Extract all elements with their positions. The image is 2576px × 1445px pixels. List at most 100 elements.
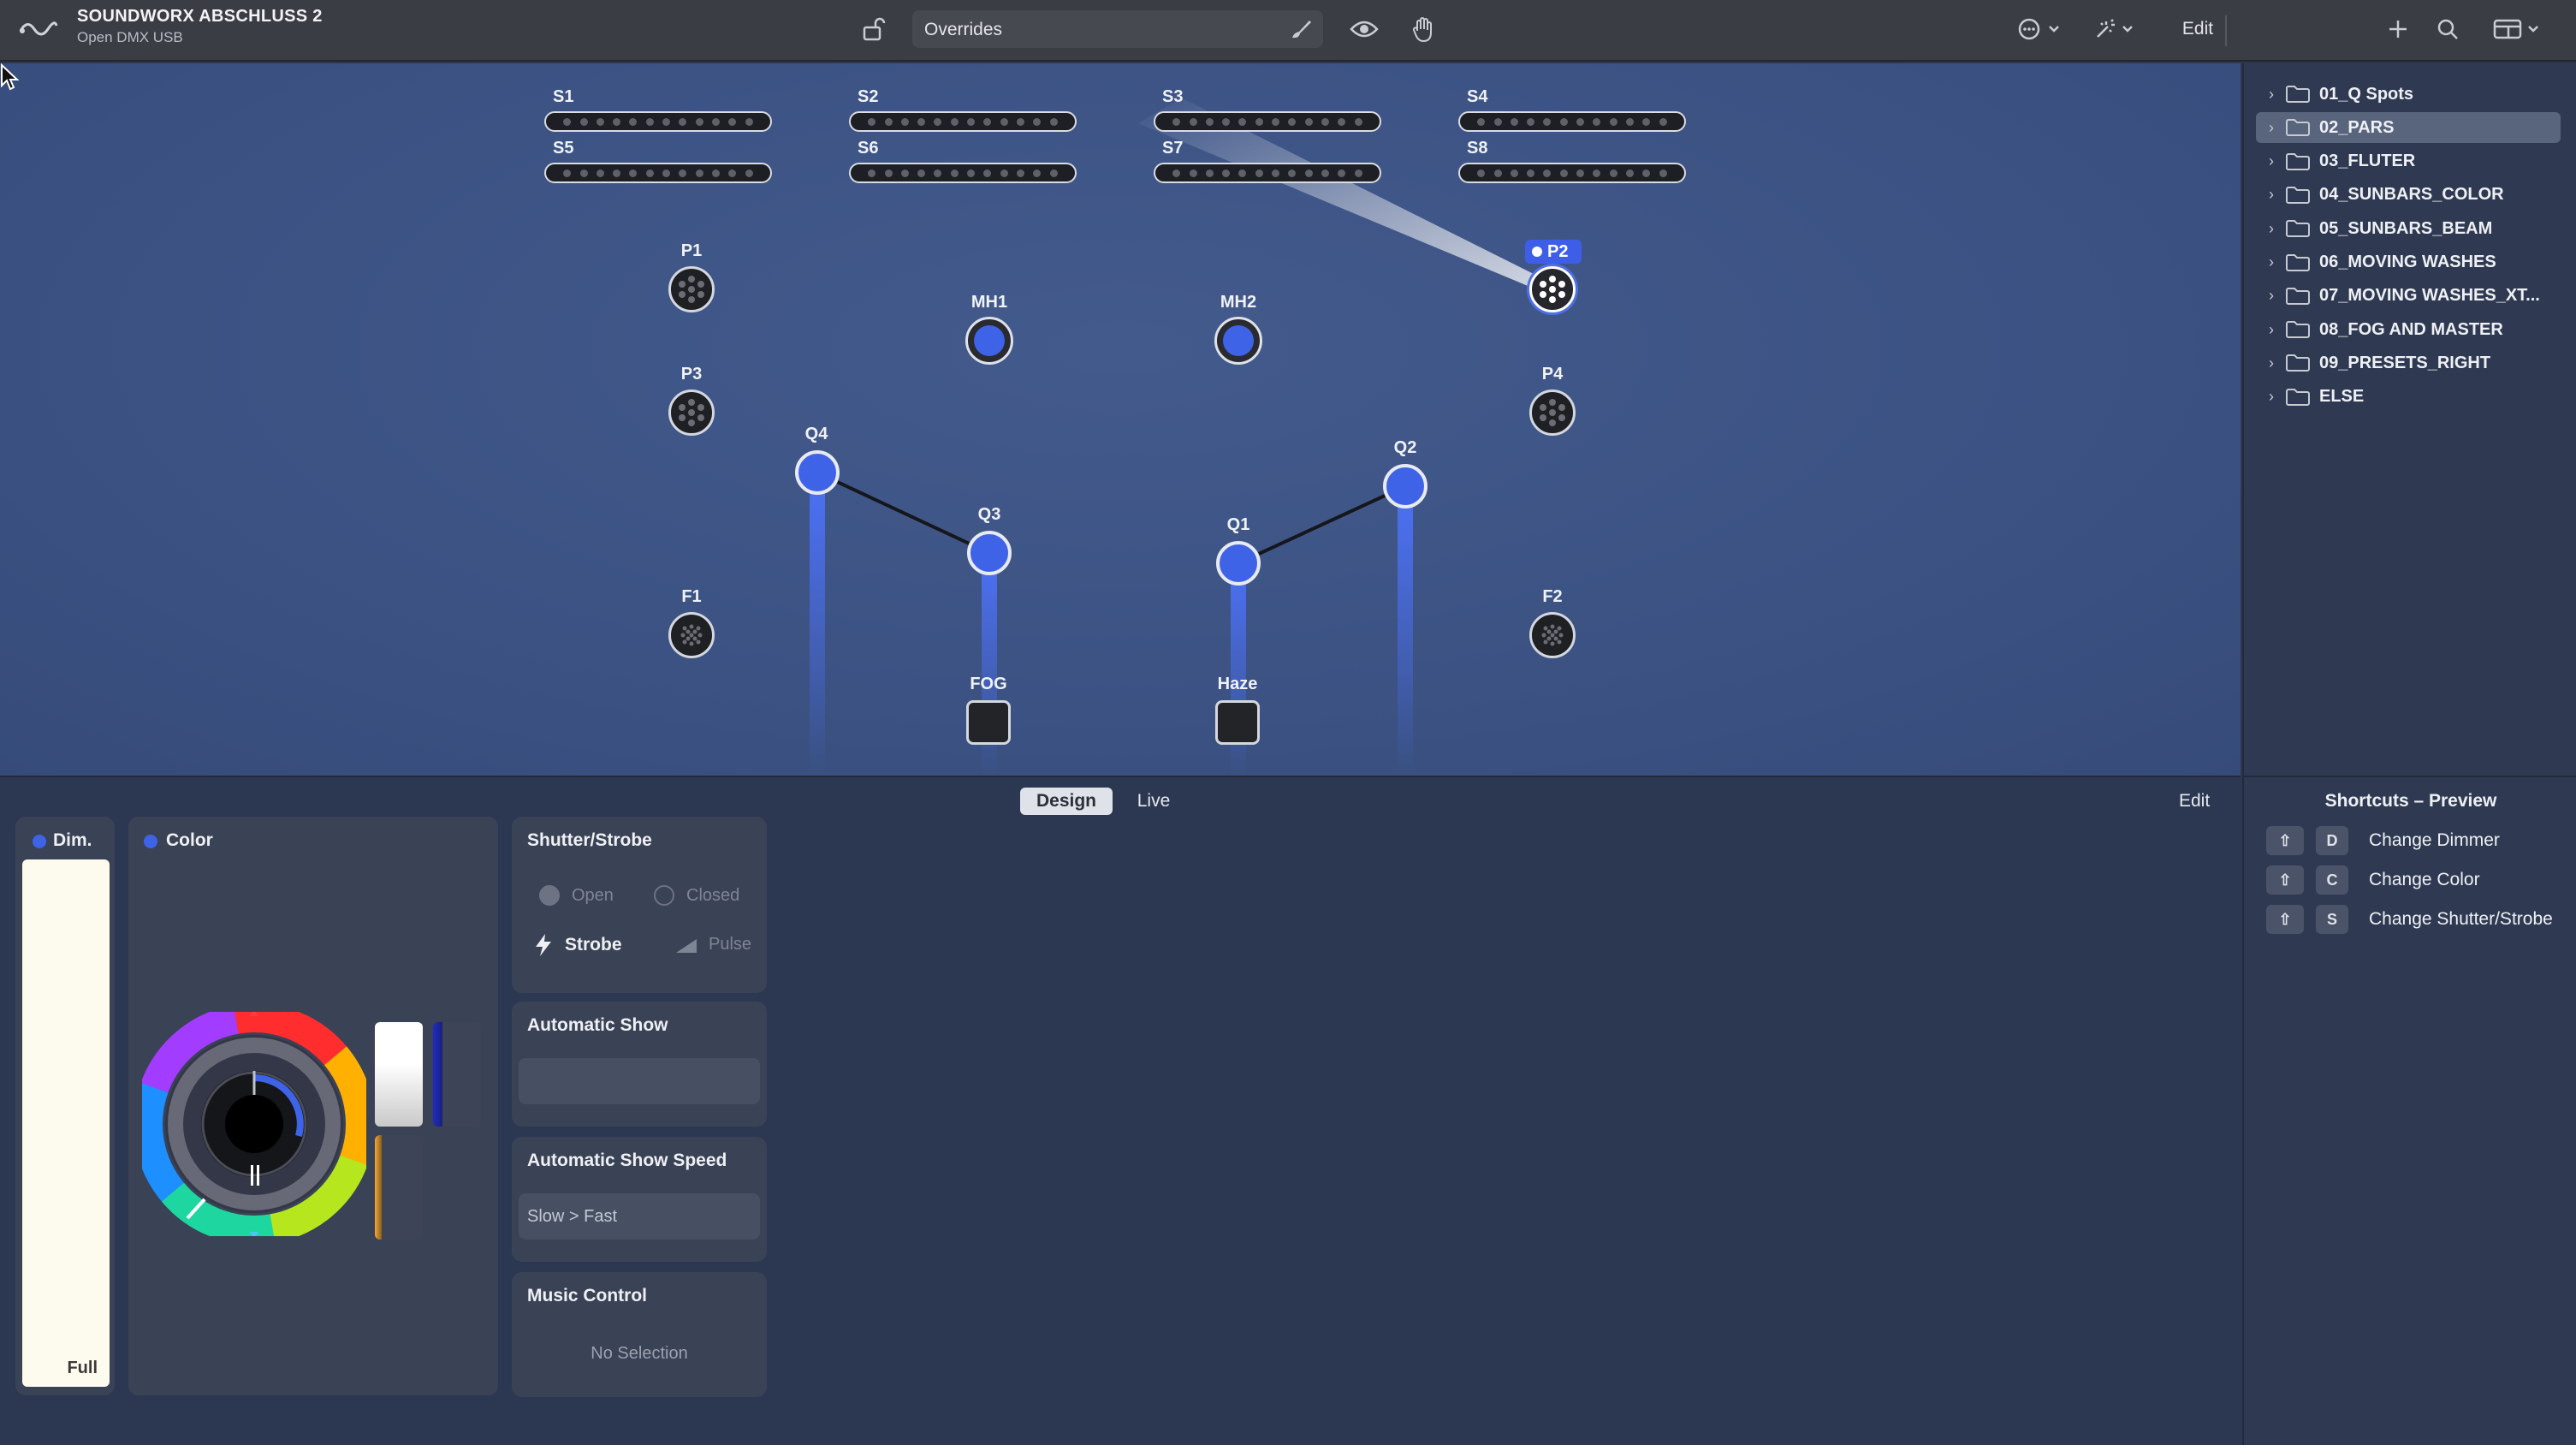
sidebar-group-item[interactable]: › ELSE — [2256, 382, 2561, 413]
automatic-show-speed-slider[interactable]: Slow > Fast — [519, 1193, 760, 1240]
shift-key-icon: ⇧ — [2266, 826, 2304, 855]
chevron-right-icon[interactable]: › — [2261, 220, 2282, 238]
shortcut-row[interactable]: ⇧ C Change Color — [2266, 865, 2480, 895]
fixture-fluter-f2[interactable] — [1529, 612, 1576, 658]
shortcut-row[interactable]: ⇧ D Change Dimmer — [2266, 825, 2500, 856]
sidebar-group-item[interactable]: › 03_FLUTER — [2256, 146, 2561, 177]
fixture-label-p3: P3 — [680, 365, 703, 384]
fixture-bar-s4[interactable] — [1458, 111, 1686, 132]
shutter-open-radio[interactable]: Open — [539, 885, 614, 906]
folder-icon — [2286, 86, 2310, 103]
hand-icon[interactable] — [1407, 12, 1441, 46]
shortcut-row[interactable]: ⇧ S Change Shutter/Strobe — [2266, 904, 2553, 935]
mode-segmented-control: Design Live — [1018, 784, 1190, 818]
effects-menu-icon[interactable] — [2088, 12, 2140, 46]
chevron-right-icon[interactable]: › — [2261, 354, 2282, 372]
fixture-label-q2: Q2 — [1393, 438, 1417, 457]
fixture-par-p1[interactable] — [668, 266, 715, 312]
overrides-field[interactable]: Overrides — [912, 10, 1323, 48]
fixture-spot-q4[interactable] — [795, 450, 840, 495]
app-logo-icon — [17, 12, 58, 46]
fixture-mover-mh1[interactable] — [965, 317, 1013, 365]
fixture-bar-s1[interactable] — [544, 111, 772, 132]
selection-dot — [1532, 247, 1542, 257]
sidebar-group-item[interactable]: › 07_MOVING WASHES_XT... — [2256, 281, 2561, 312]
white-swatch[interactable] — [375, 1022, 423, 1127]
shortcut-label: Change Shutter/Strobe — [2369, 909, 2553, 929]
interface-label: Open DMX USB — [77, 29, 183, 45]
dimmer-slider[interactable]: Full — [22, 859, 110, 1387]
chevron-right-icon[interactable]: › — [2261, 86, 2282, 104]
fixture-label-s3: S3 — [1162, 87, 1184, 106]
layout-menu-icon[interactable] — [2489, 12, 2549, 46]
sidebar-group-item[interactable]: › 09_PRESETS_RIGHT — [2256, 348, 2561, 378]
fixture-spot-q2[interactable] — [1383, 464, 1427, 508]
folder-icon — [2286, 119, 2310, 137]
folder-icon — [2286, 253, 2310, 271]
color-panel: Color — [128, 817, 498, 1395]
fixture-bar-s8[interactable] — [1458, 163, 1686, 183]
search-icon[interactable] — [2431, 12, 2465, 46]
fixture-bar-s2[interactable] — [849, 111, 1077, 132]
sidebar-group-item[interactable]: › 04_SUNBARS_COLOR — [2256, 180, 2561, 211]
pulse-label: Pulse — [709, 935, 752, 954]
fixture-bar-s5[interactable] — [544, 163, 772, 183]
fixture-bar-s6[interactable] — [849, 163, 1077, 183]
inspector-area: Design Live Edit Dim. Full Color Shutter… — [0, 776, 2241, 1445]
pulse-option[interactable]: Pulse — [674, 935, 751, 954]
brush-icon[interactable] — [1287, 15, 1315, 43]
sidebar-group-item[interactable]: › 01_Q Spots — [2256, 79, 2561, 110]
sidebar-group-item[interactable]: › 08_FOG AND MASTER — [2256, 314, 2561, 345]
fixture-label-q3: Q3 — [977, 505, 1001, 524]
fixture-par-p4[interactable] — [1529, 389, 1576, 436]
chevron-right-icon[interactable]: › — [2261, 287, 2282, 305]
fixture-label-p1: P1 — [680, 241, 703, 260]
lightning-icon — [536, 934, 551, 956]
chevron-right-icon[interactable]: › — [2261, 186, 2282, 204]
color-indicator — [144, 835, 157, 848]
toolbar-divider — [2225, 15, 2227, 46]
group-sidebar: › 01_Q Spots › 02_PARS › 03_FLUTER › 04_SUNBARS… — [2242, 63, 2576, 776]
inspector-edit-button[interactable]: Edit — [2179, 791, 2210, 812]
amber-swatch[interactable] — [375, 1135, 423, 1240]
fixture-mover-mh2[interactable] — [1214, 317, 1262, 365]
document-title: SOUNDWORX ABSCHLUSS 2 — [77, 7, 323, 26]
fixture-par-p2[interactable] — [1529, 266, 1576, 312]
tab-live[interactable]: Live — [1119, 788, 1188, 815]
sidebar-group-item[interactable]: › 05_SUNBARS_BEAM — [2256, 213, 2561, 244]
fixture-fog[interactable] — [966, 700, 1011, 745]
fixture-bar-s3[interactable] — [1154, 111, 1381, 132]
dimmer-panel: Dim. Full — [15, 817, 115, 1395]
folder-icon — [2286, 186, 2310, 204]
chevron-right-icon[interactable]: › — [2261, 253, 2282, 271]
tab-design[interactable]: Design — [1020, 788, 1113, 815]
strobe-option[interactable]: Strobe — [532, 933, 622, 957]
stage-canvas[interactable]: S1 S2 S3 S4 S5 S6 S7 S8 P1 P3 P4 P2 MH1 … — [0, 63, 2241, 776]
color-title: Color — [166, 830, 213, 850]
sidebar-group-item[interactable]: › 02_PARS — [2256, 112, 2561, 144]
strobe-label: Strobe — [565, 935, 622, 954]
fixture-label-s5: S5 — [553, 139, 574, 158]
eye-icon[interactable] — [1347, 12, 1381, 46]
color-wheel[interactable] — [142, 1012, 366, 1236]
fixture-spot-q1[interactable] — [1216, 541, 1261, 586]
add-icon[interactable] — [2381, 12, 2415, 46]
blue-swatch[interactable] — [433, 1022, 481, 1127]
more-menu-icon[interactable] — [2015, 12, 2066, 46]
shutter-closed-radio[interactable]: Closed — [654, 885, 739, 906]
fixture-fluter-f1[interactable] — [668, 612, 715, 658]
fixture-spot-q3[interactable] — [967, 531, 1012, 575]
unlock-icon[interactable] — [856, 12, 890, 46]
chevron-right-icon[interactable]: › — [2261, 152, 2282, 170]
automatic-show-field[interactable] — [519, 1058, 760, 1104]
sidebar-group-item[interactable]: › 06_MOVING WASHES — [2256, 247, 2561, 278]
fixture-haze[interactable] — [1215, 700, 1260, 745]
chevron-right-icon[interactable]: › — [2261, 388, 2282, 406]
shortcut-key: S — [2316, 905, 2348, 934]
chevron-right-icon[interactable]: › — [2261, 321, 2282, 339]
chevron-right-icon[interactable]: › — [2261, 119, 2282, 137]
fixture-par-p3[interactable] — [668, 389, 715, 436]
fixture-bar-s7[interactable] — [1154, 163, 1381, 183]
edit-button[interactable]: Edit — [2165, 10, 2230, 48]
shortcuts-title: Shortcuts – Preview — [2324, 791, 2497, 811]
